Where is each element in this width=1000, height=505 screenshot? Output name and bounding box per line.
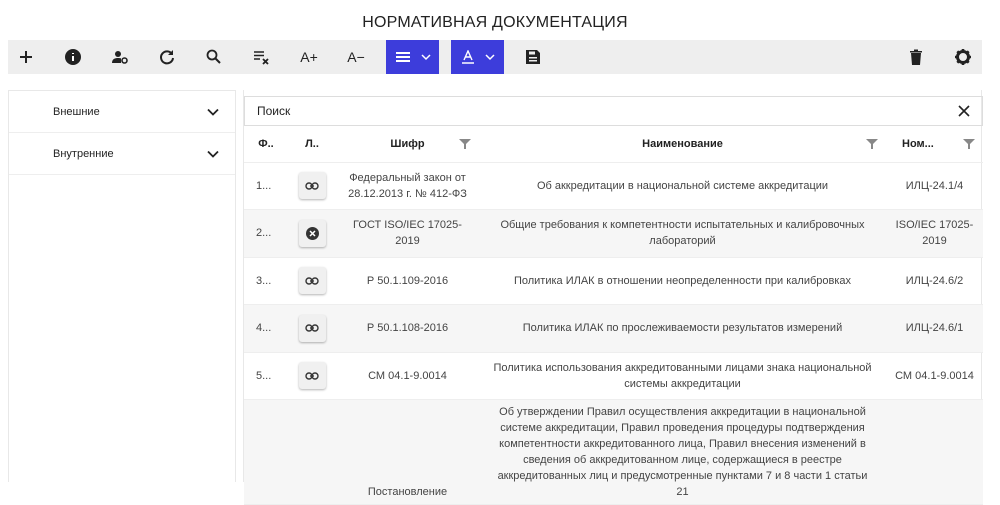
user-settings-button[interactable] [103,40,137,74]
chevron-down-icon [207,108,219,116]
refresh-icon [160,50,174,65]
documents-panel: Поиск Ф.. Л.. Шифр Наименование Ном... 1… [243,90,983,505]
cell-code: Р 50.1.108-2016 [336,304,479,353]
cell-code: СМ 04.1-9.0014 [336,352,479,400]
sidebar-item-external[interactable]: Внешние [9,91,235,133]
close-icon[interactable] [958,105,970,117]
table-row[interactable]: 3... Р 50.1.109-2016 Политика ИЛАК в отн… [244,257,983,305]
column-header-code[interactable]: Шифр [336,126,479,163]
cell-f [244,399,288,505]
plus-icon [20,51,32,63]
page-title: НОРМАТИВНАЯ ДОКУМЕНТАЦИЯ [362,14,628,31]
cell-link [288,304,336,353]
cell-link [288,162,336,210]
table-row[interactable]: 1... Федеральный закон от 28.12.2013 г. … [244,162,983,210]
text-color-menu-button[interactable] [451,40,504,74]
clear-filter-button[interactable] [244,40,278,74]
cell-f: 5... [244,352,288,400]
cell-f: 1... [244,162,288,210]
add-button[interactable] [9,40,43,74]
trash-icon [910,49,922,65]
delete-button[interactable] [899,40,933,74]
cell-link [288,399,336,505]
cell-number [886,399,983,505]
cell-code: Постановление [336,399,479,505]
search-button[interactable] [197,40,231,74]
clear-filter-icon [254,51,269,65]
settings-button[interactable] [946,40,980,74]
table-row[interactable]: 2... ГОСТ ISO/IEC 17025-2019 Общие требо… [244,209,983,258]
info-icon [65,49,81,65]
cell-code: Р 50.1.109-2016 [336,257,479,305]
cell-name: Политика ИЛАК в отношении неопределеннос… [479,257,886,305]
save-icon [526,50,540,64]
link-icon [305,181,319,190]
filter-icon[interactable] [866,138,878,150]
cell-link [288,257,336,305]
search-bar[interactable]: Поиск [244,96,983,126]
cell-link [288,209,336,258]
save-button[interactable] [516,40,550,74]
search-input[interactable]: Поиск [257,104,290,118]
cell-f: 2... [244,209,288,258]
table-row[interactable]: 5... СМ 04.1-9.0014 Политика использован… [244,352,983,400]
font-decrease-button[interactable]: A− [339,40,373,74]
sidebar-item-label: Внешние [53,105,100,118]
cell-number: ISO/IEC 17025-2019 [886,209,983,258]
align-menu-button[interactable] [386,40,439,74]
link-button[interactable] [298,314,326,342]
sidebar-item-internal[interactable]: Внутренние [9,133,235,175]
cell-f: 4... [244,304,288,353]
link-button[interactable] [298,267,326,294]
cell-name: Политика ИЛАК по прослеживаемости резуль… [479,304,886,353]
filter-icon[interactable] [459,138,471,150]
align-icon [395,52,410,62]
cell-name: Об утверждении Правил осуществления аккр… [479,399,886,505]
cell-code: ГОСТ ISO/IEC 17025-2019 [336,209,479,258]
cell-f: 3... [244,257,288,305]
filter-icon[interactable] [963,138,975,150]
link-icon [305,276,319,285]
cell-name: Об аккредитации в национальной системе а… [479,162,886,210]
column-header-f[interactable]: Ф.. [244,126,288,163]
cell-number: ИЛЦ-24.6/2 [886,257,983,305]
column-header-name[interactable]: Наименование [479,126,886,163]
cell-name: Общие требования к компетентности испыта… [479,209,886,258]
cell-number: СМ 04.1-9.0014 [886,352,983,400]
documents-table: Ф.. Л.. Шифр Наименование Ном... 1... Фе… [244,126,983,505]
no-link-button[interactable] [298,219,326,247]
link-button[interactable] [298,362,326,389]
search-icon [206,49,221,64]
text-color-icon [461,50,474,64]
cell-code: Федеральный закон от 28.12.2013 г. № 412… [336,162,479,210]
font-increase-button[interactable]: A+ [292,40,326,74]
cell-number: ИЛЦ-24.1/4 [886,162,983,210]
table-row[interactable]: Постановление Об утверждении Правил осущ… [244,399,983,505]
chevron-down-icon [484,54,495,61]
info-button[interactable] [56,40,90,74]
link-button[interactable] [298,172,326,199]
chevron-down-icon [420,54,431,61]
user-settings-icon [112,51,128,64]
toolbar: A+ A− [8,40,982,74]
cell-number: ИЛЦ-24.6/1 [886,304,983,353]
refresh-button[interactable] [150,40,184,74]
chevron-down-icon [207,150,219,158]
table-row[interactable]: 4... Р 50.1.108-2016 Политика ИЛАК по пр… [244,304,983,353]
sidebar: Внешние Внутренние [8,90,236,482]
cell-name: Политика использования аккредитованными … [479,352,886,400]
column-header-l[interactable]: Л.. [288,126,336,163]
link-icon [305,371,319,380]
cell-link [288,352,336,400]
gear-icon [955,49,971,65]
cancel-circle-icon [305,226,319,240]
link-icon [305,324,319,332]
sidebar-item-label: Внутренние [53,147,114,160]
column-header-number[interactable]: Ном... [886,126,983,163]
